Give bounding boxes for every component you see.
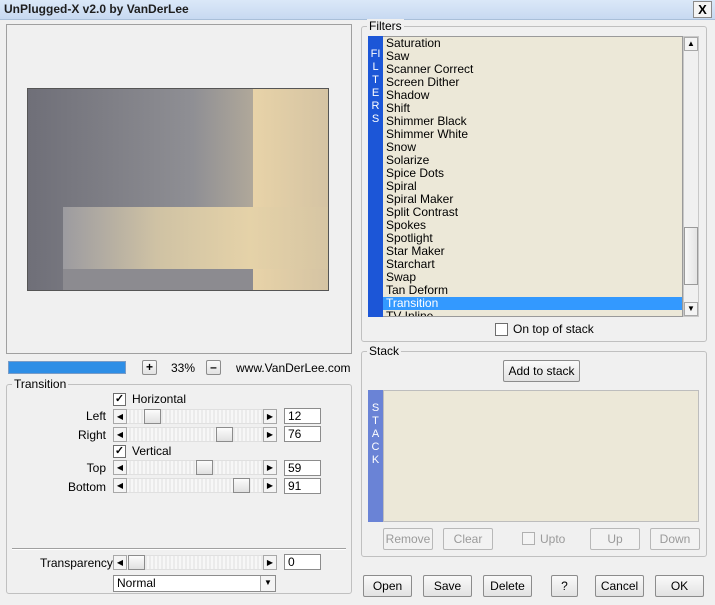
right-arrow-icon[interactable]: ▶ — [263, 409, 277, 424]
top-label: Top — [86, 461, 106, 475]
slider-thumb[interactable] — [233, 478, 250, 493]
horizontal-label: Horizontal — [132, 392, 187, 406]
down-button[interactable]: Down — [650, 528, 700, 550]
top-value-field[interactable]: 59 — [284, 460, 321, 476]
delete-button[interactable]: Delete — [483, 575, 532, 597]
slider-thumb[interactable] — [128, 555, 145, 570]
blend-mode-value: Normal — [117, 576, 156, 590]
bottom-label: Bottom — [67, 480, 106, 494]
on-top-checkbox[interactable] — [495, 323, 508, 336]
left-arrow-icon[interactable]: ◀ — [113, 427, 127, 442]
vertical-checkbox[interactable]: ✓ — [113, 445, 126, 458]
title-bar: UnPlugged-X v2.0 by VanDerLee X — [0, 0, 715, 20]
right-label: Right — [77, 428, 106, 442]
ok-button[interactable]: OK — [655, 575, 704, 597]
filters-vertical-label: FILTERS — [368, 36, 383, 317]
left-arrow-icon[interactable]: ◀ — [113, 409, 127, 424]
zoom-out-button[interactable]: – — [206, 360, 221, 375]
add-to-stack-button[interactable]: Add to stack — [503, 360, 580, 382]
filter-list-item[interactable]: Spice Dots — [383, 167, 682, 180]
window-title: UnPlugged-X v2.0 by VanDerLee — [4, 2, 189, 16]
filter-list-item[interactable]: Split Contrast — [383, 206, 682, 219]
left-value-field[interactable]: 12 — [284, 408, 321, 424]
divider — [12, 548, 346, 550]
slider-thumb[interactable] — [144, 409, 161, 424]
remove-button[interactable]: Remove — [383, 528, 433, 550]
filters-band-text: FILTERS — [370, 48, 381, 125]
stack-list[interactable] — [383, 390, 699, 522]
top-slider[interactable]: ◀ ▶ — [113, 460, 277, 475]
slider-thumb[interactable] — [196, 460, 213, 475]
close-button[interactable]: X — [693, 1, 712, 18]
zoom-level: 33% — [171, 361, 196, 375]
right-arrow-icon[interactable]: ▶ — [263, 427, 277, 442]
stack-group-label: Stack — [367, 344, 402, 358]
open-button[interactable]: Open — [363, 575, 412, 597]
filters-list[interactable]: Saturation Saw Scanner Correct Screen Dithe… — [383, 36, 683, 317]
bottom-value-field[interactable]: 91 — [284, 478, 321, 494]
filter-list-item[interactable]: Saturation — [383, 37, 682, 50]
right-arrow-icon[interactable]: ▶ — [263, 460, 277, 475]
preview-image — [27, 88, 329, 291]
transparency-slider[interactable]: ◀ ▶ — [113, 555, 277, 570]
filter-list-item[interactable]: TV Inline — [383, 310, 682, 317]
transparency-value-field[interactable]: 0 — [284, 554, 321, 570]
stack-band-text: STACK — [371, 402, 380, 466]
scroll-up-icon[interactable]: ▲ — [684, 37, 698, 51]
clear-button[interactable]: Clear — [443, 528, 493, 550]
cancel-button[interactable]: Cancel — [595, 575, 644, 597]
transparency-label: Transparency — [40, 556, 113, 570]
upto-label: Upto — [540, 532, 566, 546]
scroll-down-icon[interactable]: ▼ — [684, 302, 698, 316]
filters-group-label: Filters — [367, 19, 404, 33]
save-button[interactable]: Save — [423, 575, 472, 597]
stack-vertical-label: STACK — [368, 390, 383, 522]
filter-list-item[interactable]: Shadow — [383, 89, 682, 102]
blend-mode-select[interactable]: Normal ▼ — [113, 575, 276, 592]
upto-checkbox[interactable] — [522, 532, 535, 545]
horizontal-checkbox[interactable]: ✓ — [113, 393, 126, 406]
left-label: Left — [85, 409, 106, 423]
scrollbar-thumb[interactable] — [684, 227, 698, 285]
left-arrow-icon[interactable]: ◀ — [113, 460, 127, 475]
right-arrow-icon[interactable]: ▶ — [263, 478, 277, 493]
on-top-label: On top of stack — [513, 322, 594, 336]
left-arrow-icon[interactable]: ◀ — [113, 555, 127, 570]
left-arrow-icon[interactable]: ◀ — [113, 478, 127, 493]
vertical-label: Vertical — [132, 444, 172, 458]
chevron-down-icon[interactable]: ▼ — [260, 576, 275, 591]
help-button[interactable]: ? — [551, 575, 578, 597]
transition-group-label: Transition — [12, 377, 69, 391]
up-button[interactable]: Up — [590, 528, 640, 550]
filter-list-item[interactable]: Starchart — [383, 258, 682, 271]
right-slider[interactable]: ◀ ▶ — [113, 427, 277, 442]
right-arrow-icon[interactable]: ▶ — [263, 555, 277, 570]
bottom-slider[interactable]: ◀ ▶ — [113, 478, 277, 493]
right-value-field[interactable]: 76 — [284, 426, 321, 442]
progress-bar — [8, 361, 126, 374]
slider-thumb[interactable] — [216, 427, 233, 442]
website-label: www.VanDerLee.com — [236, 361, 351, 375]
filter-list-item[interactable]: Shimmer White — [383, 128, 682, 141]
left-slider[interactable]: ◀ ▶ — [113, 409, 277, 424]
zoom-in-button[interactable]: + — [142, 360, 157, 375]
filters-scrollbar[interactable]: ▲ ▼ — [683, 36, 699, 317]
